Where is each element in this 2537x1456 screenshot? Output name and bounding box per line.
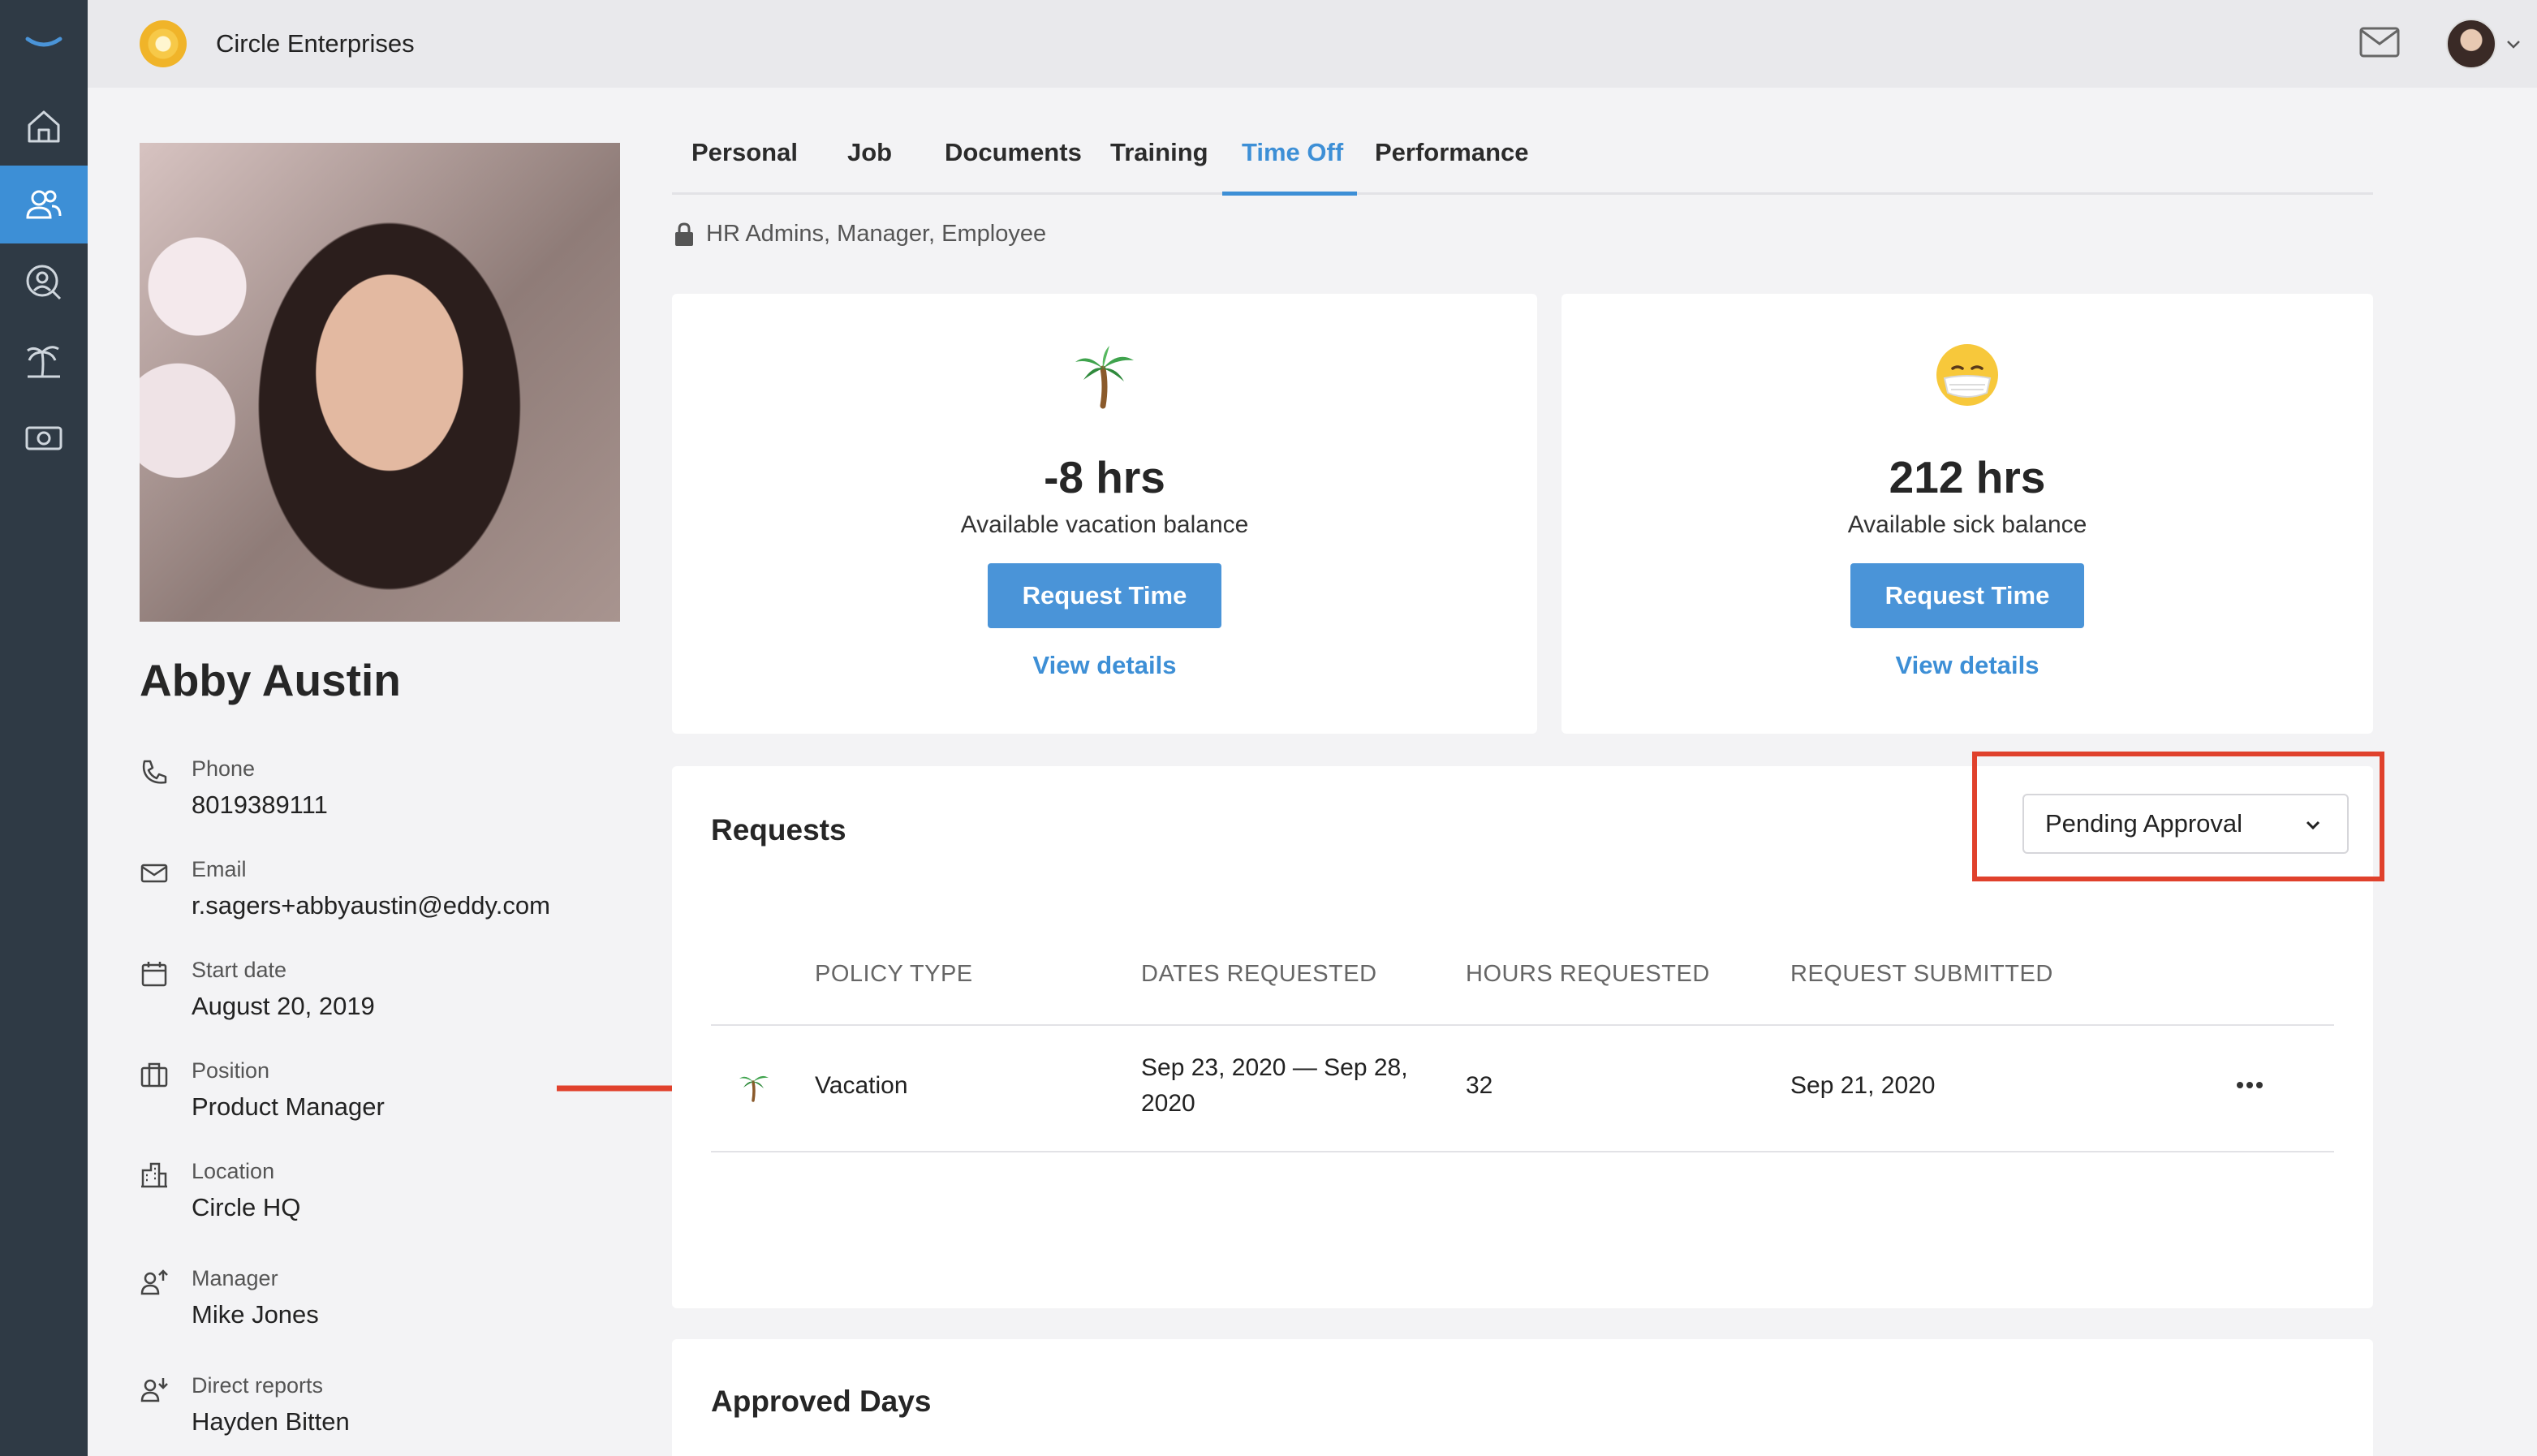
permissions-text: HR Admins, Manager, Employee: [706, 221, 1047, 247]
info-value: Circle HQ: [192, 1193, 301, 1221]
info-start-date: Start date August 20, 2019: [140, 953, 627, 1042]
sick-balance-card: 212 hrs Available sick balance Request T…: [1561, 294, 2373, 734]
calendar-icon: [141, 962, 167, 987]
search-person-icon: [26, 265, 62, 300]
column-header[interactable]: DATES REQUESTED: [1141, 961, 1377, 988]
dates-requested-cell: Sep 23, 2020 — Sep 28, 2020: [1141, 1050, 1408, 1122]
info-label: Phone: [192, 756, 256, 781]
chevron-down-icon: [2306, 821, 2320, 830]
request-submitted-cell: Sep 21, 2020: [1790, 1072, 1936, 1099]
palm-tree-icon: [1075, 346, 1134, 409]
request-vacation-button[interactable]: Request Time: [988, 563, 1221, 628]
nav-payroll[interactable]: [0, 399, 88, 477]
requests-table-header: POLICY TYPE DATES REQUESTED HOURS REQUES…: [711, 961, 2334, 1026]
info-phone: Phone 8019389111: [140, 752, 627, 841]
policy-type-cell: Vacation: [815, 1072, 908, 1099]
direct-reports-icon: [140, 1378, 168, 1402]
column-header[interactable]: REQUEST SUBMITTED: [1790, 961, 2053, 988]
home-icon: [28, 110, 60, 143]
top-header: Circle Enterprises: [88, 0, 2537, 88]
mail-button[interactable]: [2358, 26, 2401, 62]
smile-logo-icon: [25, 37, 62, 47]
more-options-icon[interactable]: [2233, 1073, 2266, 1097]
people-icon: [26, 190, 62, 219]
info-label: Email: [192, 857, 247, 881]
column-header[interactable]: HOURS REQUESTED: [1466, 961, 1710, 988]
sick-view-details-link[interactable]: View details: [1561, 651, 2373, 680]
phone-icon: [142, 760, 167, 784]
column-header[interactable]: POLICY TYPE: [815, 961, 973, 988]
info-label: Manager: [192, 1266, 278, 1290]
info-label: Location: [192, 1159, 275, 1183]
info-position: Position Product Manager: [140, 1053, 627, 1143]
vacation-view-details-link[interactable]: View details: [672, 651, 1537, 680]
info-value: August 20, 2019: [192, 992, 375, 1020]
nav-search-people[interactable]: [0, 243, 88, 321]
info-value[interactable]: r.sagers+abbyaustin@eddy.com: [192, 891, 550, 920]
dates-line: Sep 23, 2020 — Sep 28,: [1141, 1054, 1408, 1081]
requests-card: Requests Pending Approval POLICY TYPE DA…: [672, 752, 2384, 1308]
info-value[interactable]: Hayden Bitten: [192, 1407, 350, 1437]
requests-title: Requests: [711, 813, 846, 846]
vacation-balance-amount: -8 hrs: [1044, 452, 1165, 502]
email-icon: [140, 864, 168, 883]
palm-tree-icon: [739, 1075, 769, 1102]
request-status-select[interactable]: Pending Approval: [2022, 794, 2349, 854]
info-value[interactable]: Mike Jones: [192, 1300, 319, 1329]
tab-time-off[interactable]: Time Off: [1242, 138, 1343, 167]
info-label: Position: [192, 1058, 270, 1083]
mail-icon: [2359, 27, 2400, 57]
nav-home[interactable]: [0, 88, 88, 166]
tab-job[interactable]: Job: [847, 138, 892, 167]
info-value: 8019389111: [192, 790, 328, 819]
info-manager: Manager Mike Jones: [140, 1261, 627, 1350]
info-email: Email r.sagers+abbyaustin@eddy.com: [140, 852, 627, 941]
tab-personal[interactable]: Personal: [691, 138, 798, 167]
approved-days-title: Approved Days: [711, 1385, 932, 1418]
info-label: Start date: [192, 958, 287, 982]
app-logo-icon[interactable]: [0, 0, 88, 88]
briefcase-icon: [140, 1062, 168, 1088]
table-row[interactable]: Vacation Sep 23, 2020 — Sep 28, 2020 32 …: [711, 1027, 2334, 1152]
lock-icon: [675, 222, 693, 246]
approved-days-card: Approved Days: [672, 1339, 2373, 1456]
vacation-balance-label: Available vacation balance: [960, 511, 1249, 538]
nav-time-off[interactable]: [0, 321, 88, 399]
info-direct-reports: Direct reports Hayden Bitten: [140, 1368, 627, 1456]
nav-people[interactable]: [0, 166, 88, 243]
sick-balance-label: Available sick balance: [1847, 511, 2087, 538]
money-icon: [25, 426, 62, 450]
profile-tabs: Personal Job Documents Training Time Off…: [672, 122, 2373, 196]
chevron-down-icon[interactable]: [2505, 35, 2522, 53]
palm-tree-icon: [27, 346, 60, 378]
permissions-note: HR Admins, Manager, Employee: [674, 221, 1046, 248]
user-avatar[interactable]: [2446, 19, 2496, 69]
company-logo-icon: [140, 20, 187, 67]
hours-requested-cell: 32: [1466, 1072, 1493, 1099]
tab-documents[interactable]: Documents: [945, 138, 1082, 167]
sick-balance-amount: 212 hrs: [1889, 452, 2046, 502]
building-icon: [141, 1162, 167, 1188]
main-sidebar: [0, 0, 88, 1456]
info-label: Direct reports: [192, 1373, 324, 1398]
request-sick-button[interactable]: Request Time: [1850, 563, 2084, 628]
info-value: Product Manager: [192, 1092, 385, 1121]
mask-face-icon: [1936, 344, 1998, 406]
info-location: Location Circle HQ: [140, 1154, 627, 1243]
company-name: Circle Enterprises: [216, 29, 415, 58]
dates-line: 2020: [1141, 1090, 1195, 1117]
active-tab-indicator: [1222, 192, 1357, 196]
manager-icon: [140, 1269, 168, 1295]
request-status-value: Pending Approval: [2045, 809, 2243, 838]
tab-performance[interactable]: Performance: [1375, 138, 1529, 167]
tab-training[interactable]: Training: [1110, 138, 1208, 167]
profile-photo: [140, 143, 620, 622]
employee-name: Abby Austin: [140, 655, 401, 705]
vacation-balance-card: -8 hrs Available vacation balance Reques…: [672, 294, 1537, 734]
